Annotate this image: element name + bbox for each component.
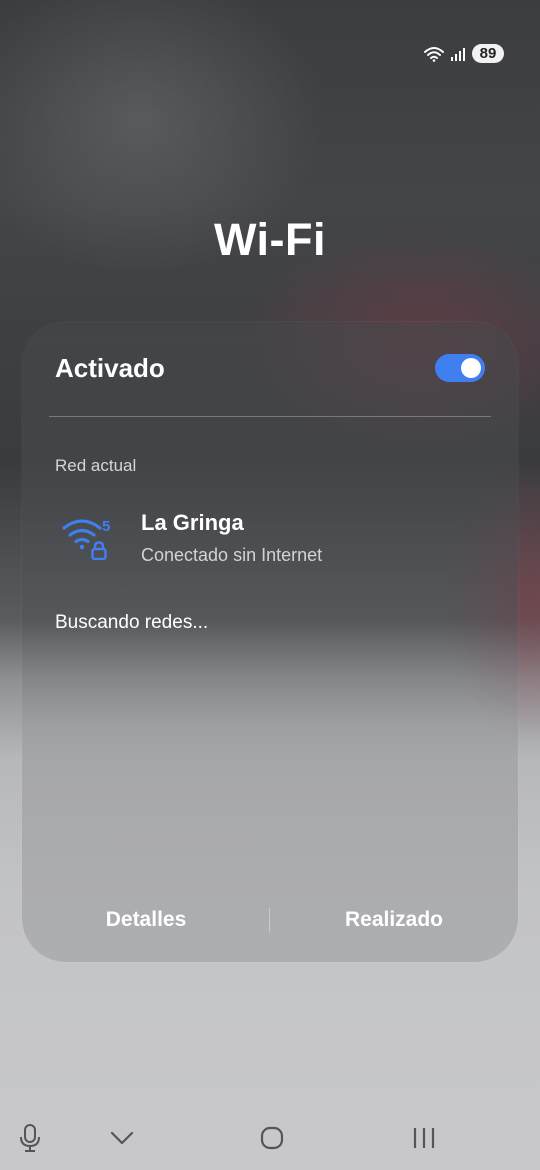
- network-status: Conectado sin Internet: [141, 545, 323, 565]
- done-button[interactable]: Realizado: [270, 898, 518, 942]
- wifi-5ghz-lock-icon: 5: [62, 516, 114, 561]
- chevron-down-icon[interactable]: [104, 1118, 140, 1158]
- recents-icon[interactable]: [406, 1118, 442, 1158]
- mic-icon[interactable]: [12, 1118, 48, 1158]
- home-icon[interactable]: [254, 1118, 290, 1158]
- network-name: La Gringa: [141, 510, 244, 535]
- scan-status: Buscando redes...: [55, 612, 209, 633]
- status-bar: 89: [424, 44, 504, 63]
- wifi-icon: [424, 46, 444, 62]
- toggle-knob: [461, 358, 481, 378]
- wifi-toggle-label: Activado: [55, 352, 165, 383]
- wifi-panel: Activado Red actual 5 La Gringa Conectad…: [22, 322, 518, 962]
- wifi-toggle-row[interactable]: Activado: [55, 352, 485, 384]
- page-title: Wi-Fi: [213, 214, 327, 265]
- signal-icon: [450, 46, 466, 62]
- section-label-current-network: Red actual: [55, 456, 137, 475]
- panel-footer: Detalles Realizado: [22, 898, 518, 942]
- wifi-toggle-switch[interactable]: [435, 354, 485, 382]
- navigation-bar: [0, 1118, 540, 1158]
- battery-icon: 89: [472, 44, 504, 63]
- details-button[interactable]: Detalles: [22, 898, 270, 942]
- network-item-current[interactable]: 5 La Gringa Conectado sin Internet: [58, 504, 488, 568]
- divider: [49, 416, 491, 417]
- band-label: 5: [102, 518, 110, 535]
